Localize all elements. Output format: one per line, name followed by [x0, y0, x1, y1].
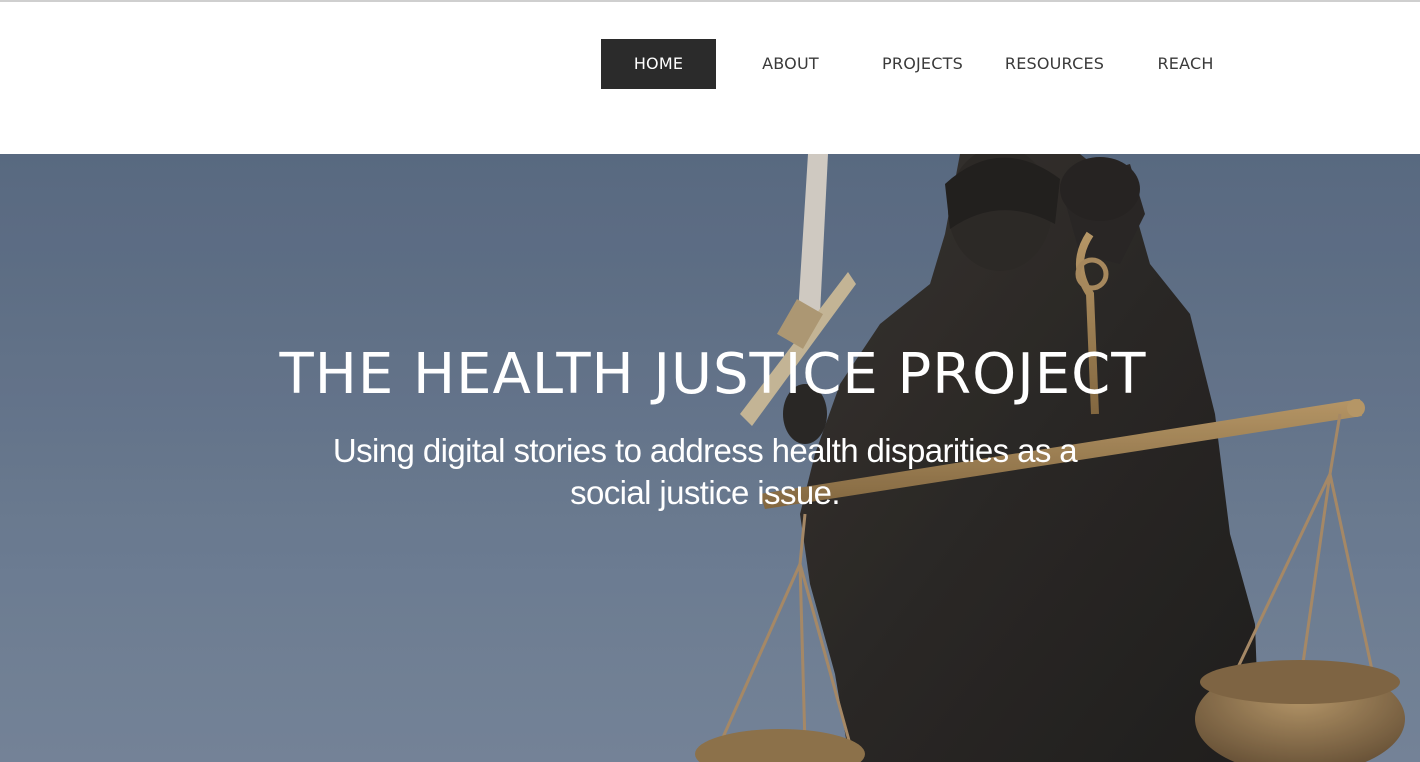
nav-item-home[interactable]: HOME [601, 39, 716, 89]
nav-item-reach[interactable]: REACH [1128, 39, 1243, 89]
nav-item-about[interactable]: ABOUT [733, 39, 848, 89]
hero-title: THE HEALTH JUSTICE PROJECT [279, 342, 1147, 407]
nav-item-resources[interactable]: RESOURCES [997, 39, 1112, 89]
nav-item-projects[interactable]: PROJECTS [865, 39, 980, 89]
hero-subtitle: Using digital stories to address health … [332, 432, 1078, 511]
hero-banner: THE HEALTH JUSTICE PROJECT Using digital… [0, 154, 1420, 762]
site-header: HOME ABOUT PROJECTS RESOURCES REACH [0, 2, 1420, 154]
